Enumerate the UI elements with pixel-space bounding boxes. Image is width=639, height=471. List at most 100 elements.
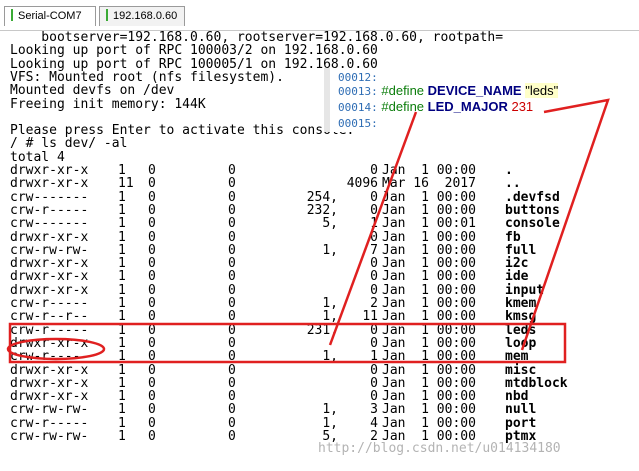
- listing-uid: 0: [148, 269, 156, 285]
- listing-gid: 0: [228, 256, 236, 272]
- listing-major: 1,: [322, 296, 338, 311]
- macro-name: LED_MAJOR: [427, 99, 508, 114]
- listing-minor: 0: [370, 282, 378, 298]
- listing-perm: crw-------: [10, 189, 89, 205]
- listing-perm: crw-r-----: [10, 322, 89, 338]
- boot-line: Looking up port of RPC 100005/1 on 192.1…: [10, 56, 378, 72]
- listing-uid: 0: [148, 163, 156, 178]
- listing-gid: 0: [228, 282, 236, 298]
- listing-name: kmsg: [505, 309, 537, 325]
- listing-minor: 0: [370, 229, 378, 245]
- listing-major: 1,: [322, 415, 338, 431]
- listing-date: Jan 1 00:00: [382, 269, 476, 285]
- listing-minor: 4: [370, 415, 378, 431]
- listing-perm: crw-rw-rw-: [10, 429, 89, 444]
- listing-perm: crw-------: [10, 216, 89, 232]
- macro-name: DEVICE_NAME: [427, 83, 522, 98]
- listing-name: fb: [505, 229, 521, 245]
- listing-uid: 0: [148, 389, 156, 405]
- listing-perm: crw-r-----: [10, 415, 89, 431]
- listing-perm: drwxr-xr-x: [10, 229, 89, 245]
- tab-serial-com7[interactable]: Serial-COM7: [4, 6, 96, 26]
- listing-gid: 0: [228, 322, 236, 338]
- listing-name: mtdblock: [505, 375, 568, 391]
- listing-perm: drwxr-xr-x: [10, 362, 89, 378]
- listing-major: 5,: [322, 216, 338, 232]
- listing-uid: 0: [148, 202, 156, 218]
- listing-date: Jan 1 00:00: [382, 256, 476, 272]
- listing-perm: drwxr-xr-x: [10, 163, 89, 178]
- listing-gid: 0: [228, 309, 236, 325]
- listing-links: 1: [118, 429, 126, 444]
- listing-uid: 0: [148, 349, 156, 365]
- listing-date: Jan 1 00:00: [382, 335, 476, 351]
- listing-major: 1,: [322, 402, 338, 418]
- listing-gid: 0: [228, 269, 236, 285]
- boot-line: Looking up port of RPC 100003/2 on 192.1…: [10, 43, 378, 59]
- listing-perm: crw-r-----: [10, 202, 89, 218]
- line-number: 00014:: [338, 101, 378, 114]
- listing-name: input: [505, 282, 545, 298]
- console-prompt-line: Please press Enter to activate this cons…: [10, 123, 355, 139]
- listing-perm: drwxr-xr-x: [10, 176, 89, 192]
- listing-major: 254,: [306, 189, 338, 205]
- listing-links: 1: [118, 309, 126, 325]
- listing-links: 1: [118, 189, 126, 205]
- listing-links: 1: [118, 216, 126, 232]
- listing-links: 1: [118, 202, 126, 218]
- listing-uid: 0: [148, 216, 156, 232]
- connected-indicator-icon: [11, 9, 13, 21]
- listing-links: 1: [118, 296, 126, 311]
- listing-name: i2c: [505, 256, 529, 272]
- listing-perm: drwxr-xr-x: [10, 269, 89, 285]
- connected-indicator-icon: [106, 9, 108, 21]
- listing-name: mem: [505, 349, 529, 365]
- listing-perm: drwxr-xr-x: [10, 335, 89, 351]
- listing-perm: drwxr-xr-x: [10, 256, 89, 272]
- listing-minor: 1: [370, 349, 378, 365]
- listing-links: 1: [118, 335, 126, 351]
- listing-name: misc: [505, 362, 537, 378]
- listing-perm: drwxr-xr-x: [10, 375, 89, 391]
- listing-gid: 0: [228, 216, 236, 232]
- listing-perm: crw-rw-rw-: [10, 242, 89, 258]
- listing-uid: 0: [148, 256, 156, 272]
- boot-line: Freeing init memory: 144K: [10, 96, 206, 112]
- listing-gid: 0: [228, 242, 236, 258]
- listing-gid: 0: [228, 415, 236, 431]
- listing-perm: crw-rw-rw-: [10, 402, 89, 418]
- listing-minor: 7: [370, 242, 378, 258]
- listing-links: 1: [118, 349, 126, 365]
- listing-minor: 1: [370, 216, 378, 232]
- macro-value: 231: [511, 99, 534, 114]
- listing-date: Jan 1 00:00: [382, 349, 476, 365]
- listing-minor: 0: [370, 322, 378, 338]
- tab-192-168-0-60[interactable]: 192.168.0.60: [99, 6, 185, 26]
- listing-gid: 0: [228, 163, 236, 178]
- listing-date: Jan 1 00:00: [382, 242, 476, 258]
- boot-line: bootserver=192.168.0.60, rootserver=192.…: [10, 31, 504, 45]
- listing-minor: 0: [370, 189, 378, 205]
- listing-date: Jan 1 00:00: [382, 229, 476, 245]
- code-line: 00015:: [338, 114, 378, 133]
- listing-uid: 0: [148, 322, 156, 338]
- listing-links: 11: [118, 176, 134, 192]
- listing-gid: 0: [228, 335, 236, 351]
- source-code-snippet: 00012: 00013: #define DEVICE_NAME "leds"…: [324, 68, 637, 132]
- boot-line: VFS: Mounted root (nfs filesystem).: [10, 69, 284, 85]
- listing-uid: 0: [148, 242, 156, 258]
- listing-links: 1: [118, 375, 126, 391]
- listing-minor: 0: [370, 202, 378, 218]
- listing-perm: drwxr-xr-x: [10, 389, 89, 405]
- listing-links: 1: [118, 362, 126, 378]
- listing-name: .devfsd: [505, 189, 560, 205]
- tab-label: 192.168.0.60: [113, 10, 178, 22]
- listing-name: port: [505, 415, 537, 431]
- listing-gid: 0: [228, 229, 236, 245]
- listing-major: 1,: [322, 309, 338, 325]
- listing-minor: 11: [362, 309, 378, 325]
- listing-links: 1: [118, 242, 126, 258]
- listing-name: nbd: [505, 389, 529, 405]
- listing-uid: 0: [148, 309, 156, 325]
- listing-name: kmem: [505, 296, 537, 311]
